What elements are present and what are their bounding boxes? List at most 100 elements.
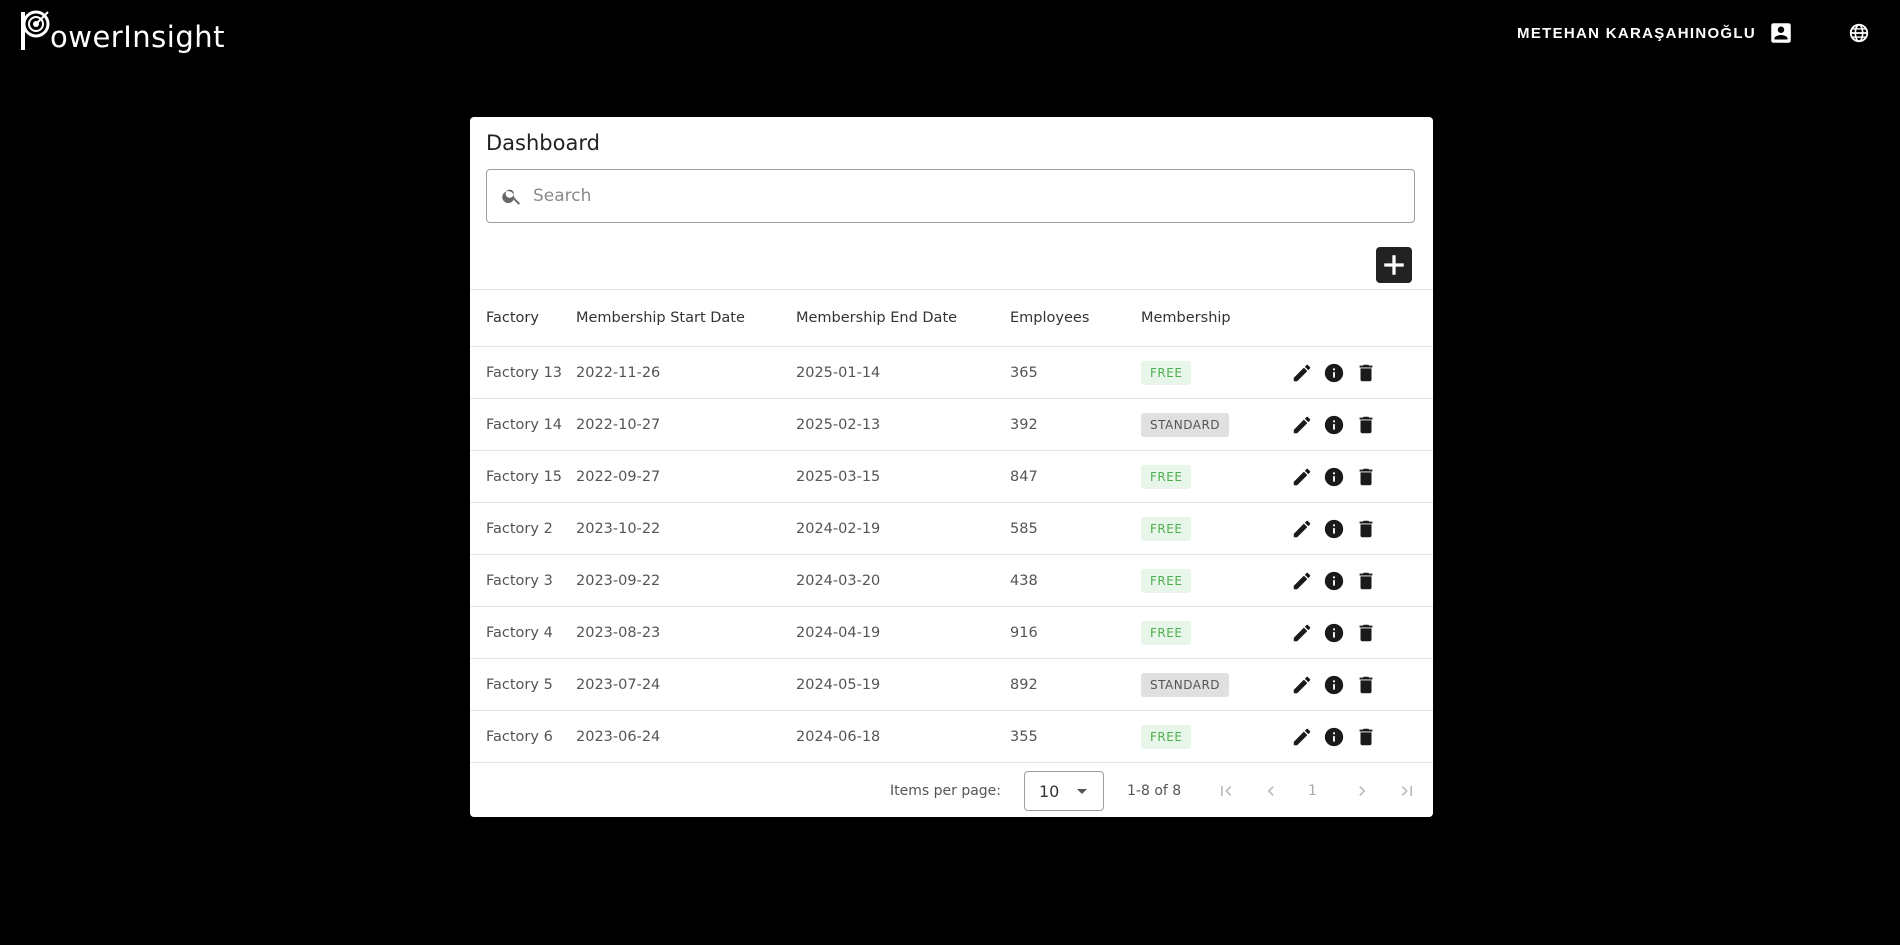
actions-cell — [1291, 658, 1433, 711]
factory-cell: Factory 2 — [470, 502, 576, 555]
start-date-cell: 2023-09-22 — [576, 554, 796, 607]
info-button[interactable] — [1323, 518, 1345, 540]
delete-icon — [1359, 624, 1373, 641]
column-header-membership[interactable]: Membership — [1141, 289, 1291, 347]
powerinsight-logo[interactable]: owerInsight — [18, 4, 225, 54]
info-icon — [1324, 675, 1344, 694]
column-header-start-date[interactable]: Membership Start Date — [576, 289, 796, 347]
column-header-factory[interactable]: Factory — [470, 289, 576, 347]
previous-page-button[interactable] — [1259, 779, 1283, 803]
factory-cell: Factory 14 — [470, 398, 576, 451]
table-row[interactable]: Factory 13 2022-11-26 2025-01-14 365 FREE — [470, 346, 1433, 399]
add-factory-button[interactable] — [1376, 247, 1412, 283]
items-per-page-select[interactable]: 10 — [1024, 771, 1104, 811]
info-button[interactable] — [1323, 622, 1345, 644]
edit-button[interactable] — [1291, 466, 1313, 488]
end-date-cell: 2024-03-20 — [796, 554, 1010, 607]
delete-button[interactable] — [1355, 674, 1377, 696]
plus-icon — [1384, 255, 1404, 275]
current-page-number: 1 — [1308, 783, 1317, 799]
actions-cell — [1291, 554, 1433, 607]
start-date-cell: 2022-11-26 — [576, 346, 796, 399]
top-bar: owerInsight METEHAN KARAŞAHINOĞLU — [0, 0, 1900, 66]
first-page-button[interactable] — [1214, 779, 1238, 803]
table-row[interactable]: Factory 3 2023-09-22 2024-03-20 438 FREE — [470, 554, 1433, 607]
delete-icon — [1359, 572, 1373, 589]
factory-cell: Factory 6 — [470, 710, 576, 763]
edit-button[interactable] — [1291, 726, 1313, 748]
delete-button[interactable] — [1355, 570, 1377, 592]
edit-button[interactable] — [1291, 622, 1313, 644]
edit-button[interactable] — [1291, 414, 1313, 436]
employees-cell: 438 — [1010, 554, 1141, 607]
info-button[interactable] — [1323, 674, 1345, 696]
info-icon — [1324, 467, 1344, 486]
info-button[interactable] — [1323, 726, 1345, 748]
delete-button[interactable] — [1355, 726, 1377, 748]
employees-cell: 892 — [1010, 658, 1141, 711]
table-row[interactable]: Factory 14 2022-10-27 2025-02-13 392 STANDAR… — [470, 398, 1433, 451]
factory-cell: Factory 15 — [470, 450, 576, 503]
actions-cell — [1291, 710, 1433, 763]
table-header-row: Factory Membership Start Date Membership… — [470, 289, 1433, 347]
delete-button[interactable] — [1355, 362, 1377, 384]
edit-icon — [1293, 416, 1311, 433]
info-button[interactable] — [1323, 466, 1345, 488]
actions-cell — [1291, 398, 1433, 451]
end-date-cell: 2025-01-14 — [796, 346, 1010, 399]
table-row[interactable]: Factory 5 2023-07-24 2024-05-19 892 STANDARD — [470, 658, 1433, 711]
delete-icon — [1359, 676, 1373, 693]
search-field[interactable] — [486, 169, 1415, 223]
delete-button[interactable] — [1355, 518, 1377, 540]
table-row[interactable]: Factory 6 2023-06-24 2024-06-18 355 FREE — [470, 710, 1433, 763]
start-date-cell: 2023-07-24 — [576, 658, 796, 711]
info-button[interactable] — [1323, 414, 1345, 436]
edit-button[interactable] — [1291, 362, 1313, 384]
info-button[interactable] — [1323, 570, 1345, 592]
membership-cell: FREE — [1141, 606, 1291, 659]
edit-icon — [1293, 572, 1311, 589]
table-row[interactable]: Factory 15 2022-09-27 2025-03-15 847 FREE — [470, 450, 1433, 503]
delete-icon — [1359, 416, 1373, 433]
membership-cell: FREE — [1141, 554, 1291, 607]
account-box-icon[interactable] — [1768, 20, 1794, 46]
table-row[interactable]: Factory 4 2023-08-23 2024-04-19 916 FREE — [470, 606, 1433, 659]
factory-cell: Factory 4 — [470, 606, 576, 659]
membership-badge: FREE — [1141, 464, 1192, 489]
delete-button[interactable] — [1355, 466, 1377, 488]
factory-cell: Factory 13 — [470, 346, 576, 399]
edit-icon — [1293, 728, 1311, 745]
actions-cell — [1291, 450, 1433, 503]
delete-button[interactable] — [1355, 622, 1377, 644]
delete-icon — [1359, 520, 1373, 537]
first-page-icon — [1221, 786, 1232, 796]
end-date-cell: 2024-02-19 — [796, 502, 1010, 555]
info-button[interactable] — [1323, 362, 1345, 384]
user-menu[interactable]: METEHAN KARAŞAHINOĞLU — [1517, 18, 1794, 48]
delete-button[interactable] — [1355, 414, 1377, 436]
edit-button[interactable] — [1291, 518, 1313, 540]
end-date-cell: 2024-04-19 — [796, 606, 1010, 659]
start-date-cell: 2023-10-22 — [576, 502, 796, 555]
employees-cell: 585 — [1010, 502, 1141, 555]
start-date-cell: 2023-06-24 — [576, 710, 796, 763]
globe-icon[interactable] — [1848, 22, 1870, 44]
paginator: Items per page: 10 1-8 of 8 1 — [470, 766, 1433, 817]
column-header-employees[interactable]: Employees — [1010, 289, 1141, 347]
employees-cell: 392 — [1010, 398, 1141, 451]
edit-button[interactable] — [1291, 674, 1313, 696]
employees-cell: 916 — [1010, 606, 1141, 659]
factory-table: Factory Membership Start Date Membership… — [470, 289, 1433, 763]
table-row[interactable]: Factory 2 2023-10-22 2024-02-19 585 FREE — [470, 502, 1433, 555]
last-page-button[interactable] — [1395, 779, 1419, 803]
column-header-actions — [1291, 289, 1433, 347]
logo-text: owerInsight — [50, 20, 225, 54]
search-input[interactable] — [531, 185, 1385, 207]
next-page-button[interactable] — [1350, 779, 1374, 803]
start-date-cell: 2022-09-27 — [576, 450, 796, 503]
edit-button[interactable] — [1291, 570, 1313, 592]
end-date-cell: 2024-05-19 — [796, 658, 1010, 711]
column-header-end-date[interactable]: Membership End Date — [796, 289, 1010, 347]
membership-badge: FREE — [1141, 516, 1192, 541]
membership-badge: STANDARD — [1141, 672, 1230, 697]
